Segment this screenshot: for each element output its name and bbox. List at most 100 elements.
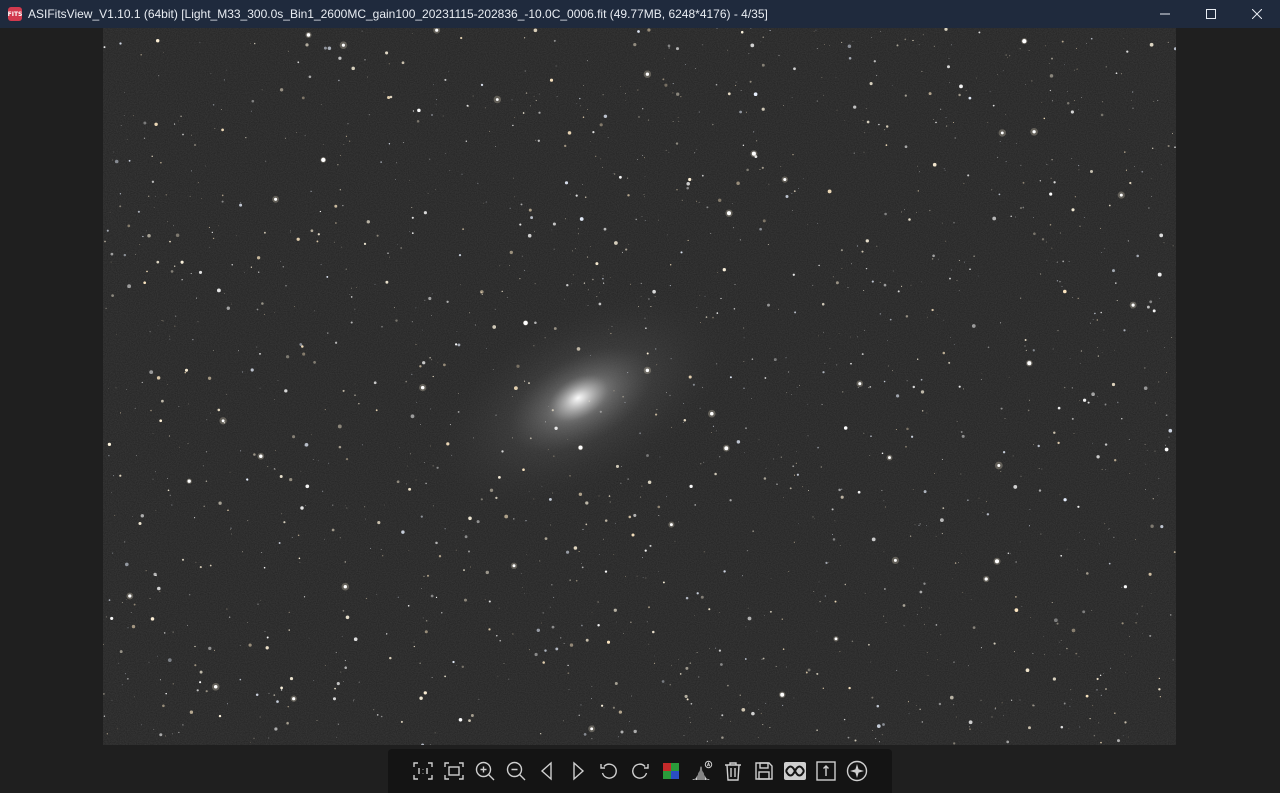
image-compare-button[interactable]	[782, 758, 808, 784]
star	[119, 650, 123, 654]
star	[773, 458, 775, 460]
star	[1131, 655, 1132, 657]
star	[1150, 593, 1152, 594]
star	[338, 445, 342, 449]
star	[354, 394, 356, 396]
star	[956, 716, 957, 718]
star	[958, 93, 961, 97]
zoom-out-button[interactable]	[503, 758, 529, 784]
star	[1033, 705, 1035, 707]
star	[411, 321, 413, 323]
star	[662, 78, 665, 81]
star	[488, 600, 491, 603]
star	[968, 726, 970, 728]
star	[1147, 330, 1148, 332]
star	[631, 533, 635, 537]
star	[255, 693, 259, 697]
star	[480, 291, 482, 293]
close-button[interactable]	[1234, 0, 1280, 28]
star	[249, 742, 251, 743]
star	[608, 495, 611, 497]
maximize-button[interactable]	[1188, 0, 1234, 28]
previous-image-button[interactable]	[534, 758, 560, 784]
star	[841, 267, 843, 269]
info-button[interactable]	[813, 758, 839, 784]
star	[850, 362, 852, 365]
star	[263, 231, 266, 234]
star	[910, 284, 912, 286]
star	[1051, 158, 1053, 161]
star	[149, 331, 151, 333]
star	[1123, 329, 1126, 332]
star	[1081, 97, 1082, 98]
actual-size-button[interactable]	[410, 758, 436, 784]
star	[411, 216, 414, 219]
star	[992, 216, 997, 221]
star	[932, 162, 937, 167]
star	[614, 682, 618, 685]
star	[820, 466, 822, 468]
star	[610, 333, 612, 335]
star	[751, 358, 754, 360]
debayer-color-button[interactable]	[658, 758, 684, 784]
star	[567, 439, 569, 441]
star	[612, 172, 614, 174]
star	[116, 334, 117, 335]
star	[552, 492, 554, 494]
save-icon	[755, 762, 773, 780]
star	[706, 206, 709, 209]
star	[970, 599, 972, 601]
star-detect-button[interactable]	[844, 758, 870, 784]
star	[834, 520, 836, 522]
star	[221, 194, 224, 197]
star	[344, 561, 347, 563]
star	[446, 442, 450, 446]
star	[905, 446, 907, 448]
star	[267, 466, 269, 467]
auto-stretch-button[interactable]	[689, 758, 715, 784]
fit-window-button[interactable]	[441, 758, 467, 784]
star	[763, 477, 767, 480]
star	[241, 371, 244, 373]
star	[350, 321, 353, 324]
star	[937, 314, 938, 316]
star	[583, 282, 586, 284]
bright-star	[420, 385, 425, 390]
next-image-button[interactable]	[565, 758, 591, 784]
save-button[interactable]	[751, 758, 777, 784]
star	[458, 254, 462, 257]
zoom-in-button[interactable]	[472, 758, 498, 784]
star	[524, 592, 526, 594]
star	[1074, 100, 1075, 101]
minimize-button[interactable]	[1142, 0, 1188, 28]
star	[242, 551, 243, 553]
star	[419, 696, 423, 700]
star	[1063, 498, 1067, 502]
star	[150, 617, 155, 621]
star	[314, 310, 315, 312]
star	[939, 108, 942, 110]
star	[536, 628, 540, 632]
star	[736, 181, 740, 186]
rotate-left-button[interactable]	[596, 758, 622, 784]
star	[1145, 489, 1146, 490]
star	[250, 266, 253, 268]
star	[143, 121, 147, 125]
star	[805, 671, 808, 674]
star	[791, 193, 793, 194]
star	[743, 337, 745, 339]
delete-button[interactable]	[720, 758, 746, 784]
star	[105, 616, 107, 618]
star	[1046, 260, 1048, 261]
star	[524, 37, 526, 39]
star	[672, 92, 674, 94]
star	[344, 504, 346, 506]
star	[460, 284, 461, 286]
star	[864, 592, 866, 594]
fits-image[interactable]	[103, 28, 1176, 745]
star	[841, 488, 843, 490]
rotate-right-button[interactable]	[627, 758, 653, 784]
star	[389, 95, 393, 99]
bright-star	[1032, 130, 1036, 134]
star	[110, 261, 112, 263]
